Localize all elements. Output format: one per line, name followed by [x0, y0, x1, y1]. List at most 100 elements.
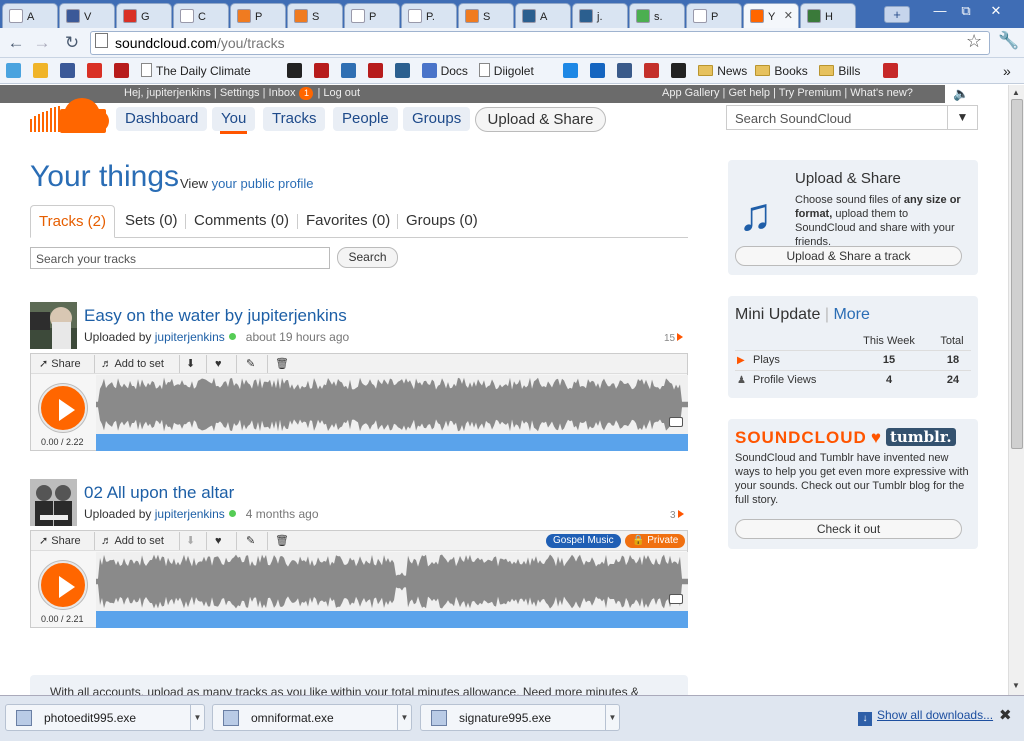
site-search-input[interactable]: Search SoundCloud ▼: [726, 105, 978, 130]
download-item[interactable]: omniformat.exe ▼: [212, 704, 412, 731]
browser-tab[interactable]: P: [344, 3, 400, 28]
uploader-link[interactable]: jupiterjenkins: [155, 330, 225, 344]
bookmark-grid-icon[interactable]: [394, 62, 414, 80]
bookmark-target-icon[interactable]: [367, 62, 387, 80]
bookmark-bills[interactable]: Bills: [819, 62, 860, 80]
play-button[interactable]: [39, 561, 87, 609]
browser-tab[interactable]: H: [800, 3, 856, 28]
genre-tag[interactable]: Gospel Music: [546, 534, 621, 548]
delete-trash-icon[interactable]: 🗑: [275, 533, 289, 549]
browser-tab[interactable]: j.: [572, 3, 628, 28]
download-icon[interactable]: ⬇: [186, 533, 195, 549]
heart-icon[interactable]: ♥: [215, 533, 222, 549]
browser-tab[interactable]: V: [59, 3, 115, 28]
browser-tab[interactable]: C: [173, 3, 229, 28]
tab-tracks[interactable]: Tracks (2): [30, 205, 115, 238]
edit-pencil-icon[interactable]: ✎: [246, 533, 255, 549]
chevron-down-icon[interactable]: ▼: [190, 705, 204, 730]
browser-tab[interactable]: A: [2, 3, 58, 28]
bookmark-books[interactable]: Books: [755, 62, 808, 80]
bookmark-stripes-icon[interactable]: [617, 62, 636, 80]
browser-tab[interactable]: Y ✕: [743, 3, 799, 28]
bookmark-gmail-icon[interactable]: [87, 62, 106, 80]
bookmark-weather-icon[interactable]: [33, 62, 52, 80]
close-tab-icon[interactable]: ✕: [784, 9, 793, 22]
nav-you[interactable]: You: [212, 107, 256, 134]
browser-tab[interactable]: s.: [629, 3, 685, 28]
bookmark-bb-icon[interactable]: [883, 62, 902, 80]
bookmark-otm-icon[interactable]: [340, 62, 360, 80]
bookmark-twitter-icon[interactable]: [6, 62, 25, 80]
vertical-scrollbar[interactable]: ▲ ▼: [1008, 85, 1024, 695]
bookmark-amazon-icon[interactable]: [671, 62, 690, 80]
bookmark-d-icon[interactable]: [563, 62, 582, 80]
nav-tracks[interactable]: Tracks: [263, 107, 326, 131]
close-shelf-icon[interactable]: ✖: [999, 706, 1012, 724]
nav-people[interactable]: People: [333, 107, 398, 131]
public-profile-link[interactable]: your public profile: [212, 176, 314, 191]
download-item[interactable]: signature995.exe ▼: [420, 704, 620, 731]
new-tab-button[interactable]: +: [884, 6, 910, 23]
waveform-progress-bar[interactable]: [96, 611, 688, 628]
show-all-downloads-link[interactable]: ↓ Show all downloads...: [858, 708, 993, 726]
bookmark-star-icon[interactable]: ☆: [966, 31, 982, 52]
more-bookmarks-chevron-icon[interactable]: »: [1003, 62, 1011, 80]
bookmark-youtube-icon[interactable]: [644, 62, 663, 80]
track-title[interactable]: 02 All upon the altar: [84, 483, 234, 503]
scroll-down-arrow-icon[interactable]: ▼: [1012, 681, 1020, 690]
nav-dashboard[interactable]: Dashboard: [116, 107, 208, 131]
browser-tab[interactable]: P: [230, 3, 286, 28]
bookmark-target-icon[interactable]: [114, 62, 133, 80]
browser-tab[interactable]: S: [287, 3, 343, 28]
maximize-icon[interactable]: ⧉: [954, 2, 978, 20]
soundcloud-logo[interactable]: [30, 95, 110, 133]
tab-favorites[interactable]: Favorites (0): [298, 205, 398, 237]
bookmark-diigolet[interactable]: Diigolet: [478, 62, 534, 80]
bookmark-docs[interactable]: Docs: [421, 62, 468, 80]
settings-link[interactable]: Settings: [220, 87, 260, 99]
close-window-icon[interactable]: ✕: [984, 2, 1008, 20]
waveform[interactable]: [96, 552, 688, 611]
tab-groups[interactable]: Groups (0): [398, 205, 486, 237]
track-search-button[interactable]: Search: [337, 247, 398, 268]
nav-groups[interactable]: Groups: [403, 107, 471, 131]
track-title[interactable]: Easy on the water by jupiterjenkins: [84, 306, 347, 326]
bookmark-news[interactable]: News: [698, 62, 747, 80]
heart-icon[interactable]: ♥: [215, 356, 222, 372]
mini-update-more-link[interactable]: More: [833, 306, 869, 323]
add-to-set-button[interactable]: ♬ Add to set: [101, 533, 164, 549]
reload-icon[interactable]: ↻: [62, 33, 82, 53]
browser-tab[interactable]: P: [686, 3, 742, 28]
top-links[interactable]: App Gallery | Get help | Try Premium | W…: [662, 87, 913, 99]
bookmark-the-daily-climate[interactable]: The Daily Climate: [141, 62, 251, 80]
tab-sets[interactable]: Sets (0): [117, 205, 186, 237]
waveform-progress-bar[interactable]: [96, 434, 688, 451]
tab-comments[interactable]: Comments (0): [186, 205, 297, 237]
wrench-icon[interactable]: 🔧: [998, 31, 1019, 51]
share-button[interactable]: ➚ Share: [39, 533, 81, 549]
address-bar[interactable]: soundcloud.com/you/tracks: [90, 31, 990, 55]
comment-icon[interactable]: [669, 417, 683, 427]
browser-tab[interactable]: S: [458, 3, 514, 28]
logout-link[interactable]: Log out: [323, 87, 360, 99]
add-to-set-button[interactable]: ♬ Add to set: [101, 356, 164, 372]
inbox-link[interactable]: Inbox: [269, 87, 296, 99]
forward-arrow-icon[interactable]: →: [32, 33, 52, 53]
scroll-up-arrow-icon[interactable]: ▲: [1012, 88, 1020, 97]
delete-trash-icon[interactable]: 🗑: [275, 356, 289, 372]
download-icon[interactable]: ⬇: [186, 356, 195, 372]
play-button[interactable]: [39, 384, 87, 432]
download-item[interactable]: photoedit995.exe ▼: [5, 704, 205, 731]
back-arrow-icon[interactable]: ←: [6, 33, 26, 53]
check-it-out-button[interactable]: Check it out: [735, 519, 962, 539]
bookmark-target-icon[interactable]: [313, 62, 333, 80]
uploader-link[interactable]: jupiterjenkins: [155, 507, 225, 521]
waveform[interactable]: [96, 375, 688, 434]
upload-share-button[interactable]: Upload & Share: [475, 107, 606, 132]
minimize-icon[interactable]: —: [928, 2, 952, 20]
upload-share-track-button[interactable]: Upload & Share a track: [735, 246, 962, 266]
chevron-down-icon[interactable]: ▼: [947, 106, 977, 129]
chevron-down-icon[interactable]: ▼: [605, 705, 619, 730]
browser-tab[interactable]: A: [515, 3, 571, 28]
bookmark-facebook-icon[interactable]: [60, 62, 79, 80]
